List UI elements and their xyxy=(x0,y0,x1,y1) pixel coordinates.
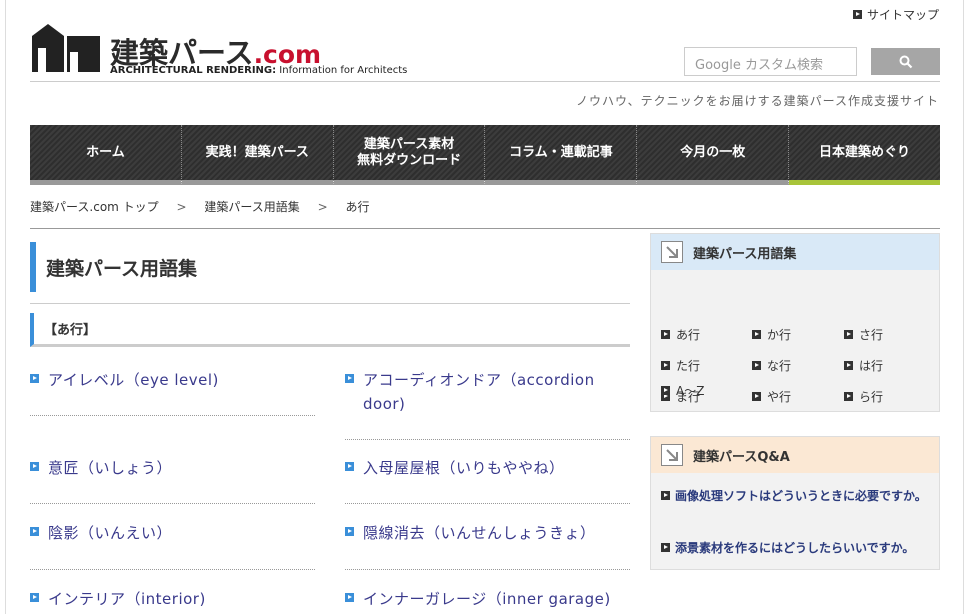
term-link[interactable]: 陰影（いんえい） xyxy=(30,521,315,545)
arrow-bullet-icon xyxy=(844,392,853,401)
arrow-down-right-icon xyxy=(661,241,683,263)
kana-link[interactable]: た行 xyxy=(661,357,700,374)
arrow-bullet-icon xyxy=(661,386,670,395)
sidebar-glossary-title: 建築パース用語集 xyxy=(693,246,797,262)
arrow-bullet-icon xyxy=(30,593,39,602)
arrow-bullet-icon xyxy=(30,374,39,383)
header-divider xyxy=(30,81,940,82)
kana-link[interactable]: あ行 xyxy=(661,326,700,343)
site-logo[interactable]: 建築パース.com ARCHITECTURAL RENDERING: Infor… xyxy=(30,22,407,77)
arrow-bullet-icon xyxy=(844,361,853,370)
nav-item-japanese-architecture[interactable]: 日本建築めぐり xyxy=(789,125,940,185)
breadcrumb-current: あ行 xyxy=(345,200,370,214)
building-logo-icon xyxy=(32,24,100,72)
logo-sub-bold: ARCHITECTURAL RENDERING: xyxy=(110,65,277,76)
term-link[interactable]: アコーディオンドア（accordion door) xyxy=(345,368,630,416)
search-button[interactable] xyxy=(871,48,940,75)
qa-link[interactable]: 画像処理ソフトはどういうときに必要ですか。 xyxy=(661,485,931,507)
logo-subtitle: ARCHITECTURAL RENDERING: Information for… xyxy=(110,65,407,76)
page-title: 建築パース用語集 xyxy=(30,242,630,292)
term-divider xyxy=(30,569,315,570)
kana-link[interactable]: は行 xyxy=(844,357,883,374)
sidebar-glossary-header: 建築パース用語集 xyxy=(651,234,939,270)
term-link[interactable]: 入母屋屋根（いりもややね） xyxy=(345,456,630,480)
kana-link[interactable]: か行 xyxy=(752,326,791,343)
sidebar-qa-box: 建築パースQ&A 画像処理ソフトはどういうときに必要ですか。 添景素材を作るには… xyxy=(650,436,940,570)
nav-item-download[interactable]: 建築パース素材 無料ダウンロード xyxy=(333,125,486,185)
breadcrumb-glossary[interactable]: 建築パース用語集 xyxy=(204,200,299,214)
breadcrumb-divider xyxy=(30,228,940,229)
arrow-bullet-icon xyxy=(345,527,354,536)
arrow-bullet-icon xyxy=(844,330,853,339)
nav-item-monthly[interactable]: 今月の一枚 xyxy=(637,125,790,185)
nav-item-practice[interactable]: 実践！建築パース xyxy=(181,125,334,185)
term-link[interactable]: 隠線消去（いんせんしょうきょ） xyxy=(345,521,630,545)
sidebar-glossary-box: 建築パース用語集 あ行 か行 さ行 た行 な行 は行 ま行 や行 ら行 A～Z xyxy=(650,233,940,412)
sidebar-qa-header: 建築パースQ&A xyxy=(651,437,939,473)
kana-link[interactable]: な行 xyxy=(752,357,791,374)
arrow-bullet-icon xyxy=(345,374,354,383)
arrow-bullet-icon xyxy=(30,462,39,471)
sidebar-qa-title: 建築パースQ&A xyxy=(693,449,790,465)
nav-item-home[interactable]: ホーム xyxy=(30,125,182,185)
arrow-bullet-icon xyxy=(752,330,761,339)
breadcrumb: 建築パース.com トップ > 建築パース用語集 > あ行 xyxy=(30,198,370,215)
arrow-bullet-icon xyxy=(661,491,670,500)
arrow-down-right-icon xyxy=(661,444,683,466)
term-link[interactable]: インテリア（interior) xyxy=(30,587,315,611)
sitemap-label: サイトマップ xyxy=(866,8,939,22)
kana-link[interactable]: ら行 xyxy=(844,388,883,405)
nav-item-column[interactable]: コラム・連載記事 xyxy=(485,125,638,185)
logo-sub-rest: Information for Architects xyxy=(276,65,408,76)
arrow-bullet-icon xyxy=(345,593,354,602)
site-tagline: ノウハウ、テクニックをお届けする建築パース作成支援サイト xyxy=(575,94,939,108)
kana-link[interactable]: さ行 xyxy=(844,326,883,343)
arrow-bullet-icon xyxy=(752,392,761,401)
qa-link[interactable]: 添景素材を作るにはどうしたらいいですか。 xyxy=(661,537,931,559)
search-input[interactable]: Google カスタム検索 xyxy=(684,47,857,76)
term-divider xyxy=(345,569,630,570)
sitemap-link[interactable]: サイトマップ xyxy=(852,6,939,23)
arrow-bullet-icon xyxy=(30,527,39,536)
kana-link[interactable]: A～Z xyxy=(661,382,704,399)
breadcrumb-separator: > xyxy=(317,200,328,214)
arrow-bullet-icon xyxy=(661,330,670,339)
arrow-bullet-icon xyxy=(345,462,354,471)
arrow-bullet-icon xyxy=(852,10,862,19)
breadcrumb-separator: > xyxy=(176,200,187,214)
term-divider xyxy=(30,415,315,416)
term-divider xyxy=(30,503,315,504)
arrow-bullet-icon xyxy=(752,361,761,370)
arrow-bullet-icon xyxy=(661,361,670,370)
arrow-bullet-icon xyxy=(661,543,670,552)
term-link[interactable]: 意匠（いしょう） xyxy=(30,456,315,480)
search-icon xyxy=(899,55,912,68)
kana-link[interactable]: や行 xyxy=(752,388,791,405)
global-nav: ホーム 実践！建築パース 建築パース素材 無料ダウンロード コラム・連載記事 今… xyxy=(30,125,940,185)
title-divider xyxy=(30,303,630,304)
term-link[interactable]: インナーガレージ（inner garage) xyxy=(345,587,630,611)
breadcrumb-top[interactable]: 建築パース.com トップ xyxy=(30,200,159,214)
section-heading: 【あ行】 xyxy=(30,313,630,347)
term-divider xyxy=(345,439,630,440)
term-link[interactable]: アイレベル（eye level) xyxy=(30,368,315,392)
term-divider xyxy=(345,503,630,504)
